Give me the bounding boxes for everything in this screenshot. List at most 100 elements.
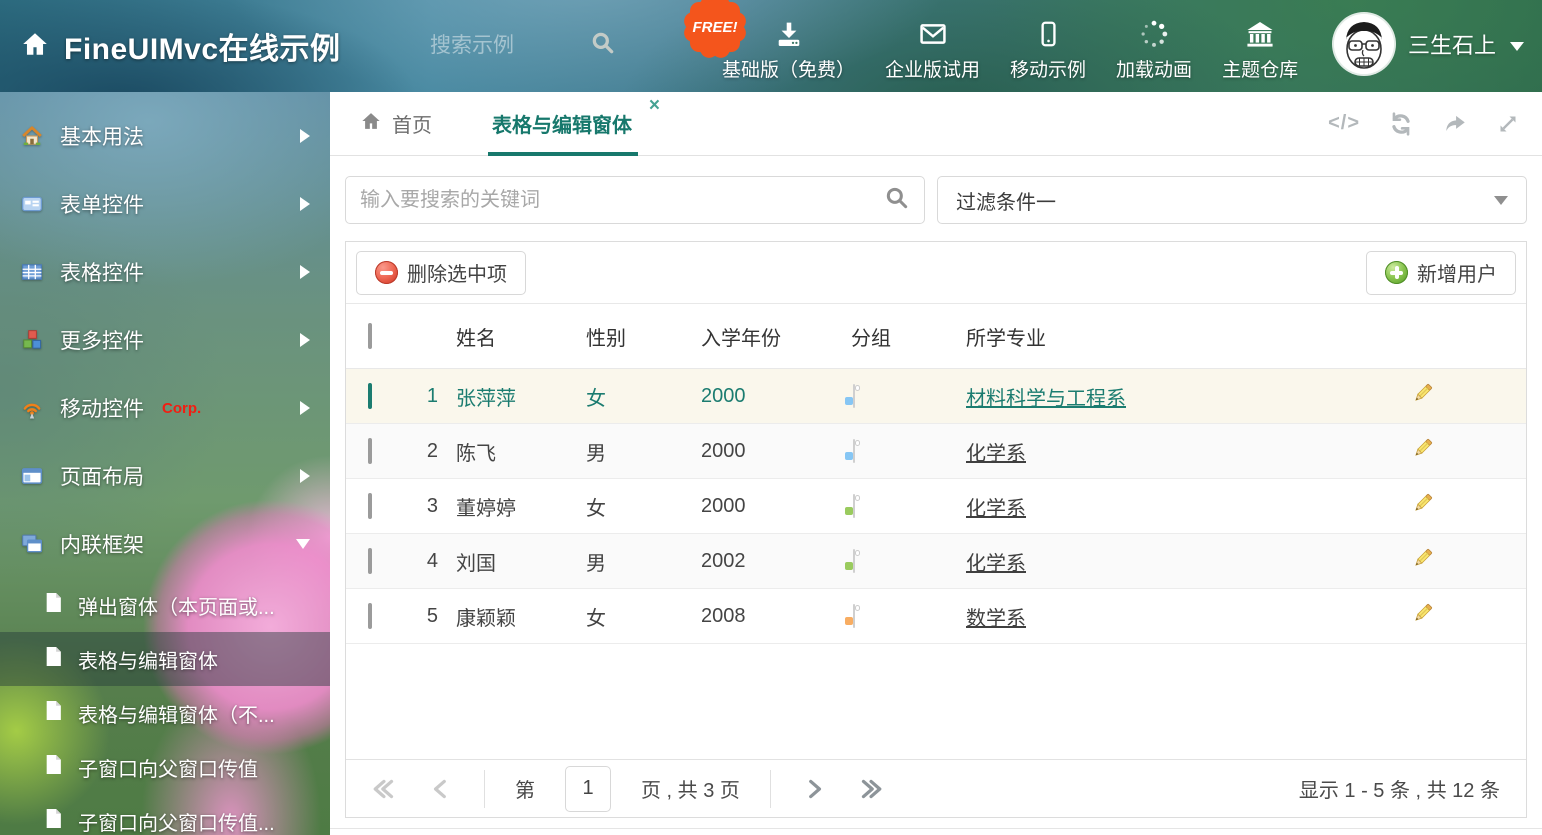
sidebar-item-iframe[interactable]: 内联框架: [0, 510, 330, 578]
app-window: FineUIMvc在线示例 FREE! 基础版（免费）: [0, 0, 1542, 835]
cell-year: 2002: [691, 550, 841, 573]
page-icon: [44, 808, 63, 835]
major-link[interactable]: 化学系: [966, 498, 1026, 520]
row-number: 4: [401, 550, 446, 573]
refresh-icon[interactable]: [1388, 111, 1414, 137]
nav-item-basic-edition[interactable]: 基础版（免费）: [722, 12, 855, 82]
divider: [330, 828, 1542, 829]
page-icon: [44, 592, 63, 619]
row-number: 2: [401, 440, 446, 463]
delete-selected-button[interactable]: 删除选中项: [356, 251, 526, 295]
nav-item-theme-store[interactable]: 主题仓库: [1222, 12, 1298, 82]
row-checkbox[interactable]: [368, 383, 372, 409]
header-search-input[interactable]: [430, 34, 590, 58]
edit-icon[interactable]: [1411, 601, 1435, 625]
cell-name: 董婷婷: [446, 492, 576, 521]
app-header: FineUIMvc在线示例 FREE! 基础版（免费）: [0, 0, 1542, 92]
sidebar-item-basic-usage[interactable]: 基本用法: [0, 102, 330, 170]
row-checkbox[interactable]: [368, 603, 372, 629]
sidebar-item-more-controls[interactable]: 更多控件: [0, 306, 330, 374]
table-row[interactable]: 2 陈飞 男 2000 化学系: [346, 424, 1526, 479]
keyword-search-input[interactable]: [360, 189, 884, 212]
sidebar-item-grid-controls[interactable]: 表格控件: [0, 238, 330, 306]
major-link[interactable]: 化学系: [966, 443, 1026, 465]
view-source-icon[interactable]: </>: [1328, 112, 1360, 135]
tab-grid-edit-window[interactable]: 表格与编辑窗体 ×: [488, 92, 662, 155]
cell-year: 2000: [691, 495, 841, 518]
column-year: 入学年份: [691, 322, 841, 351]
mobile-icon: [1033, 12, 1063, 50]
delete-button-label: 删除选中项: [407, 258, 507, 287]
cell-name: 康颖颖: [446, 602, 576, 631]
sidebar-item-label: 页面布局: [60, 461, 144, 491]
open-new-window-icon[interactable]: [1442, 111, 1468, 137]
sidebar-item-label: 表格控件: [60, 257, 144, 287]
major-link[interactable]: 材料科学与工程系: [966, 388, 1126, 410]
sidebar-subitem-child-to-parent-2[interactable]: 子窗口向父窗口传值...: [0, 794, 330, 835]
table-row[interactable]: 1 张萍萍 女 2000 材料科学与工程系: [346, 369, 1526, 424]
column-group: 分组: [841, 322, 951, 351]
sidebar-subitem-child-to-parent[interactable]: 子窗口向父窗口传值: [0, 740, 330, 794]
username: 三生石上: [1408, 28, 1496, 60]
sidebar-subitem-grid-edit-window-2[interactable]: 表格与编辑窗体（不...: [0, 686, 330, 740]
sidebar-item-mobile-controls[interactable]: 移动控件 Corp.: [0, 374, 330, 442]
nav-item-mobile-demo[interactable]: 移动示例: [1010, 12, 1086, 82]
row-number: 3: [401, 495, 446, 518]
sidebar-subitem-popup-window[interactable]: 弹出窗体（本页面或...: [0, 578, 330, 632]
sidebar-item-form-controls[interactable]: 表单控件: [0, 170, 330, 238]
edit-icon[interactable]: [1411, 491, 1435, 515]
tab-home[interactable]: 首页: [360, 109, 432, 138]
table-row[interactable]: 5 康颖颖 女 2008 数学系: [346, 589, 1526, 644]
table-row[interactable]: 3 董婷婷 女 2000 化学系: [346, 479, 1526, 534]
maximize-icon[interactable]: [1496, 112, 1520, 136]
download-icon: [773, 12, 805, 50]
nav-item-loading-animation[interactable]: 加载动画: [1116, 12, 1192, 82]
row-checkbox[interactable]: [368, 438, 372, 464]
chevron-right-icon: [300, 333, 310, 347]
row-number: 1: [401, 385, 446, 408]
cell-year: 2008: [691, 605, 841, 628]
home-icon: [360, 110, 382, 138]
last-page-icon[interactable]: [857, 776, 883, 802]
edit-icon[interactable]: [1411, 381, 1435, 405]
form-icon: [20, 193, 44, 215]
sidebar-subitem-grid-edit-window[interactable]: 表格与编辑窗体: [0, 632, 330, 686]
tag-icon: [853, 549, 855, 573]
chevron-right-icon: [300, 469, 310, 483]
corp-badge: Corp.: [162, 400, 201, 417]
sidebar-item-label: 表单控件: [60, 189, 144, 219]
sidebar-item-label: 更多控件: [60, 325, 144, 355]
nav-item-enterprise-trial[interactable]: 企业版试用: [885, 12, 980, 82]
divider: [484, 770, 485, 808]
user-menu[interactable]: 三生石上: [1334, 14, 1524, 74]
sidebar-item-page-layout[interactable]: 页面布局: [0, 442, 330, 510]
close-icon[interactable]: ×: [649, 96, 660, 115]
nav-label: 企业版试用: [885, 55, 980, 82]
table-row[interactable]: 4 刘国 男 2002 化学系: [346, 534, 1526, 589]
row-checkbox[interactable]: [368, 493, 372, 519]
page-number-input[interactable]: [565, 766, 611, 812]
minus-circle-icon: [375, 261, 398, 284]
major-link[interactable]: 数学系: [966, 608, 1026, 630]
house-icon: [20, 125, 44, 147]
search-icon[interactable]: [884, 185, 910, 216]
major-link[interactable]: 化学系: [966, 553, 1026, 575]
sidebar-subitem-label: 子窗口向父窗口传值: [78, 753, 258, 782]
select-all-checkbox[interactable]: [368, 323, 372, 349]
edit-icon[interactable]: [1411, 546, 1435, 570]
next-page-icon[interactable]: [801, 776, 827, 802]
antenna-icon: [20, 397, 44, 419]
cell-gender: 女: [576, 382, 691, 411]
edit-icon[interactable]: [1411, 436, 1435, 460]
cell-year: 2000: [691, 440, 841, 463]
search-icon[interactable]: [590, 30, 616, 61]
logo[interactable]: FineUIMvc在线示例: [20, 0, 341, 92]
table-header: 姓名 性别 入学年份 分组 所学专业: [346, 304, 1526, 369]
filter-select[interactable]: 过滤条件一: [937, 176, 1527, 224]
prev-page-icon[interactable]: [428, 776, 454, 802]
tag-icon: [853, 384, 855, 408]
first-page-icon[interactable]: [372, 776, 398, 802]
sidebar-item-label: 基本用法: [60, 121, 144, 151]
add-user-button[interactable]: 新增用户: [1366, 251, 1516, 295]
row-checkbox[interactable]: [368, 548, 372, 574]
